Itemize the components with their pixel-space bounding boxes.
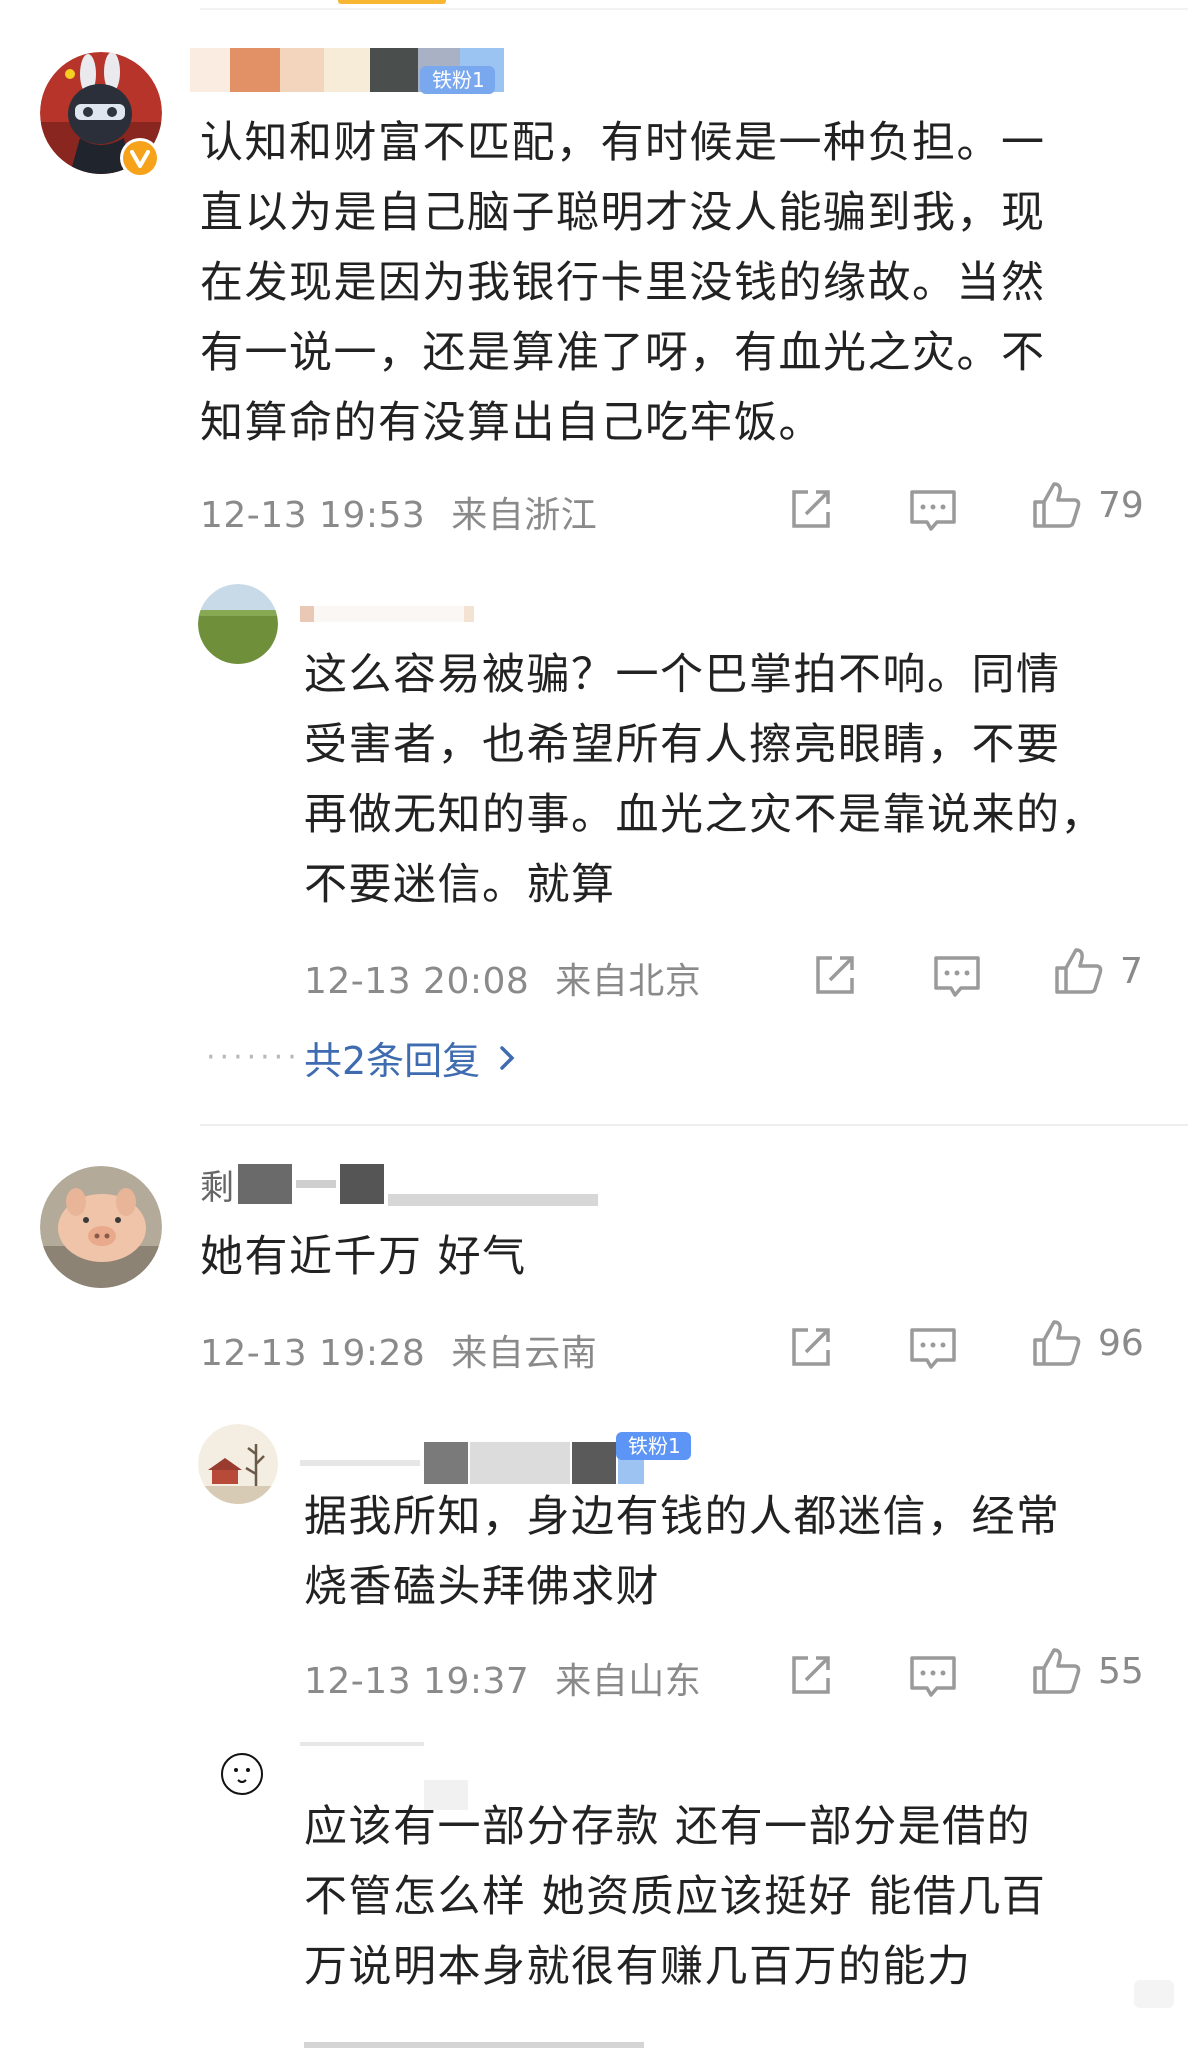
share-icon bbox=[792, 1656, 830, 1694]
timestamp: 12-13 20:08 bbox=[304, 961, 530, 1002]
comment-text: 认知和财富不匹配，有时候是一种负担。一 直以为是自己脑子聪明才没人能骗到我，现 … bbox=[200, 108, 1046, 458]
timestamp: 12-13 19:53 bbox=[200, 495, 426, 536]
reply-line: 这么容易被骗？一个巴掌拍不响。同情 bbox=[304, 650, 1061, 700]
like-count: 79 bbox=[1098, 484, 1144, 526]
reply-line: 据我所知，身边有钱的人都迷信，经常 bbox=[304, 1492, 1061, 1542]
share-icon bbox=[792, 1328, 830, 1366]
reply-line: 烧香磕头拜佛求财 bbox=[304, 1562, 660, 1612]
comment-icon bbox=[934, 956, 980, 997]
scroll-indicator[interactable] bbox=[1134, 1980, 1174, 2008]
more-replies-label: 共2条回复 bbox=[304, 1039, 481, 1083]
comment-icon bbox=[910, 1656, 956, 1697]
like-button[interactable]: 55 bbox=[1030, 1644, 1144, 1698]
avatar-image bbox=[198, 584, 278, 664]
avatar[interactable] bbox=[40, 1166, 162, 1288]
comment-line: 她有近千万 好气 bbox=[200, 1232, 527, 1282]
like-button[interactable]: 79 bbox=[1030, 478, 1144, 532]
thumbs-up-icon bbox=[1033, 482, 1081, 528]
comment-icon bbox=[910, 490, 956, 531]
username-obscured[interactable]: 剩 bbox=[200, 1162, 598, 1208]
thumbs-up-icon bbox=[1033, 1648, 1081, 1694]
reply-line: 不要迷信。就算 bbox=[304, 860, 616, 910]
comment-button[interactable] bbox=[906, 1320, 960, 1378]
like-count: 96 bbox=[1098, 1322, 1144, 1364]
reply-avatar[interactable] bbox=[198, 584, 278, 664]
comment-meta: 12-13 19:53 来自浙江 bbox=[200, 486, 597, 538]
reply-avatar[interactable] bbox=[198, 1424, 278, 1504]
reply-text: 这么容易被骗？一个巴掌拍不响。同情 受害者，也希望所有人擦亮眼睛，不要 再做无知… bbox=[304, 640, 1105, 920]
comment-line: 在发现是因为我银行卡里没钱的缘故。当然 bbox=[200, 258, 1046, 308]
username-obscured[interactable] bbox=[300, 606, 474, 622]
comment-button[interactable] bbox=[930, 948, 984, 1006]
comment-text: 她有近千万 好气 bbox=[200, 1222, 527, 1292]
like-count: 7 bbox=[1120, 950, 1143, 992]
avatar-image bbox=[198, 1424, 278, 1504]
comment-icon bbox=[910, 1328, 956, 1369]
share-button[interactable] bbox=[784, 1648, 838, 1706]
reply-line: 万说明本身就很有赚几百万的能力 bbox=[304, 1942, 972, 1992]
like-count: 55 bbox=[1098, 1650, 1144, 1692]
top-divider bbox=[200, 8, 1188, 10]
more-replies-link[interactable]: 共2条回复 bbox=[304, 1030, 522, 1085]
top-tab-indicator bbox=[338, 0, 446, 4]
reply-line: 再做无知的事。血光之灾不是靠说来的， bbox=[304, 790, 1105, 840]
verified-badge bbox=[120, 138, 160, 178]
share-button[interactable] bbox=[784, 482, 838, 540]
reply-meta: 12-13 20:08 来自北京 bbox=[304, 952, 701, 1004]
location: 来自北京 bbox=[555, 961, 702, 1002]
avatar-image bbox=[40, 1166, 162, 1288]
share-button[interactable] bbox=[808, 948, 862, 1006]
username-obscured[interactable] bbox=[300, 1742, 424, 1746]
thumbs-up-icon bbox=[1055, 948, 1103, 994]
fan-badge: 铁粉1 bbox=[616, 1432, 691, 1460]
comment-button[interactable] bbox=[906, 1648, 960, 1706]
comment-line: 认知和财富不匹配，有时候是一种负担。一 bbox=[200, 118, 1046, 168]
location: 来自云南 bbox=[451, 1333, 598, 1374]
reply-line: 应该有一部分存款 还有一部分是借的 bbox=[304, 1802, 1032, 1852]
more-replies-dots: ······· bbox=[206, 1040, 301, 1075]
comment-line: 知算命的有没算出自己吃牢饭。 bbox=[200, 398, 823, 448]
reply-line: 不管怎么样 她资质应该挺好 能借几百 bbox=[304, 1872, 1047, 1922]
username-fragment: 剩 bbox=[200, 1167, 234, 1208]
verified-v-icon bbox=[123, 141, 157, 175]
share-icon bbox=[792, 490, 830, 528]
reply-meta: 12-13 19:37 来自山东 bbox=[304, 1652, 701, 1704]
like-button[interactable]: 7 bbox=[1052, 944, 1143, 998]
like-button[interactable]: 96 bbox=[1030, 1316, 1144, 1370]
reply-avatar[interactable] bbox=[198, 1734, 278, 1814]
timestamp: 12-13 19:28 bbox=[200, 1333, 426, 1374]
fan-badge: 铁粉1 bbox=[420, 66, 495, 94]
reply-text: 应该有一部分存款 还有一部分是借的 不管怎么样 她资质应该挺好 能借几百 万说明… bbox=[304, 1792, 1046, 2002]
reply-meta-partial bbox=[304, 2030, 664, 2048]
comment-line: 直以为是自己脑子聪明才没人能骗到我，现 bbox=[200, 188, 1046, 238]
comment-meta: 12-13 19:28 来自云南 bbox=[200, 1324, 597, 1376]
comment-divider bbox=[200, 1124, 1188, 1126]
share-button[interactable] bbox=[784, 1320, 838, 1378]
avatar-image bbox=[198, 1734, 278, 1814]
comment-button[interactable] bbox=[906, 482, 960, 540]
share-icon bbox=[816, 956, 854, 994]
fan-badge-label: 铁粉1 bbox=[432, 68, 485, 92]
fan-badge-label: 铁粉1 bbox=[628, 1434, 681, 1458]
chevron-right-icon bbox=[500, 1045, 515, 1070]
username-obscured[interactable] bbox=[300, 1440, 644, 1486]
comment-line: 有一说一，还是算准了呀，有血光之灾。不 bbox=[200, 328, 1046, 378]
thumbs-up-icon bbox=[1033, 1320, 1081, 1366]
location: 来自浙江 bbox=[451, 495, 598, 536]
timestamp: 12-13 19:37 bbox=[304, 1661, 530, 1702]
location: 来自山东 bbox=[555, 1661, 702, 1702]
reply-line: 受害者，也希望所有人擦亮眼睛，不要 bbox=[304, 720, 1061, 770]
reply-text: 据我所知，身边有钱的人都迷信，经常 烧香磕头拜佛求财 bbox=[304, 1482, 1061, 1622]
